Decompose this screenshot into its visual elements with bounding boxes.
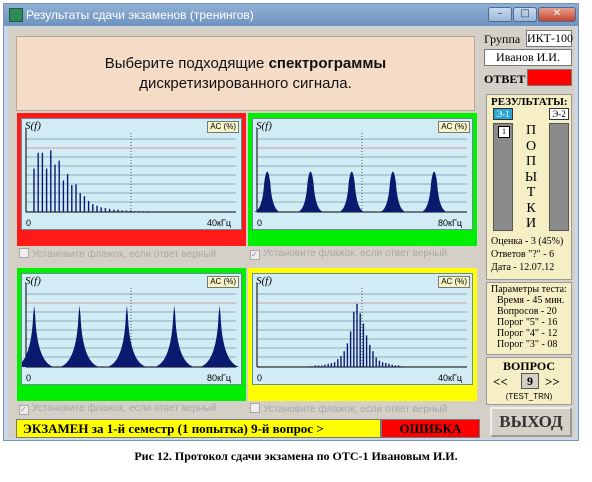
exam-status-bar: ЭКЗАМЕН за 1-й семестр (1 попытка) 9-й в…: [16, 419, 381, 438]
app-icon: [9, 8, 23, 22]
question-navigator: ВОПРОС << 9 >> (TEST_TRN): [486, 357, 572, 405]
x-tick-zero: 0: [26, 218, 32, 228]
group-value: ИКТ-100: [526, 30, 573, 47]
attempt-marker: 1: [498, 126, 510, 138]
answer-checkbox-top-right[interactable]: ✓ Установите флажок, если ответ верный: [250, 248, 447, 260]
ac-toggle-button[interactable]: AC (%): [207, 276, 239, 288]
x-tick-max: 40кГц: [438, 373, 462, 383]
x-tick-zero: 0: [257, 373, 263, 383]
question-box: Выберите подходящие спектрограммы дискре…: [16, 36, 475, 111]
exam-1-tab[interactable]: Э-1: [493, 108, 513, 120]
test-code: (TEST_TRN): [505, 392, 553, 401]
y-axis-label: S(f): [25, 275, 41, 287]
client-area: Выберите подходящие спектрограммы дискре…: [8, 27, 575, 438]
spectrogram-top-right: S(f) AC (%) 0 80кГц: [252, 118, 473, 230]
checkbox-icon[interactable]: [250, 403, 260, 413]
y-axis-label: S(f): [256, 120, 272, 132]
title-bar: Результаты сдачи экзаменов (тренингов) –…: [4, 4, 578, 26]
x-tick-zero: 0: [257, 218, 263, 228]
spectrum-panel-top-left: S(f) AC (%) 0 40кГц: [17, 113, 246, 246]
spectrogram-bottom-right: S(f) AC (%) 0 40кГц: [252, 273, 473, 385]
spectrogram-bottom-left: S(f) AC (%) 0 80кГц: [21, 273, 242, 385]
unanswered-text: Ответов "?" - 6: [491, 249, 555, 260]
answer-checkbox-bottom-right[interactable]: Установите флажок, если ответ верный: [250, 403, 447, 415]
checkbox-label: Установите флажок, если ответ верный: [263, 404, 448, 415]
answer-label: ОТВЕТ: [484, 72, 526, 86]
x-tick-max: 80кГц: [207, 373, 231, 383]
group-label: Группа: [484, 32, 521, 46]
checkbox-icon[interactable]: ✓: [250, 250, 260, 260]
param-questions: Вопросов - 20: [497, 306, 557, 317]
param-threshold-4: Порог "4" - 12: [497, 328, 558, 339]
x-tick-max: 40кГц: [207, 218, 231, 228]
spectral-spike: [59, 305, 100, 367]
attempts-column-2: [549, 123, 569, 231]
x-tick-zero: 0: [26, 373, 32, 383]
window-title: Результаты сдачи экзаменов (тренингов): [26, 8, 254, 22]
question-nav-title: ВОПРОС: [502, 359, 556, 373]
question-line-1: Выберите подходящие спектрограммы: [104, 55, 387, 72]
student-name: Иванов И.И.: [484, 49, 572, 66]
prev-question-button[interactable]: <<: [493, 374, 508, 390]
attempts-label: ПОПЫТКИ: [524, 123, 538, 231]
results-title: РЕЗУЛЬТАТЫ:: [491, 96, 568, 108]
spectral-peak: [378, 171, 407, 212]
date-text: Дата - 12.07.12: [491, 262, 555, 273]
answer-indicator: [527, 69, 572, 86]
next-question-button[interactable]: >>: [545, 374, 560, 390]
spectral-peak: [420, 171, 449, 212]
result-badge: ОШИБКА: [381, 419, 480, 438]
param-time: Время - 45 мин.: [497, 295, 565, 306]
checkbox-label: Установите флажок, если ответ верный: [263, 248, 448, 259]
answer-checkbox-bottom-left[interactable]: ✓ Установите флажок, если ответ верный: [19, 403, 216, 415]
param-threshold-3: Порог "3" - 08: [497, 339, 558, 350]
spectrum-panel-bottom-left: S(f) AC (%) 0 80кГц: [17, 268, 246, 401]
checkbox-label: Установите флажок, если ответ верный: [32, 249, 217, 260]
spectral-spike: [199, 305, 240, 367]
param-threshold-5: Порог "5" - 16: [497, 317, 558, 328]
y-axis-label: S(f): [256, 275, 272, 287]
results-panel: РЕЗУЛЬТАТЫ: Э-1 Э-2 1 ПОПЫТКИ Оценка - 3…: [486, 94, 572, 280]
exit-button[interactable]: ВЫХОД: [490, 407, 572, 437]
checkbox-label: Установите флажок, если ответ верный: [32, 403, 217, 414]
maximize-button[interactable]: □: [513, 7, 537, 22]
grade-text: Оценка - 3 (45%): [491, 236, 564, 247]
answer-checkbox-top-left[interactable]: Установите флажок, если ответ верный: [19, 248, 216, 260]
exam-2-tab[interactable]: Э-2: [549, 108, 569, 120]
question-number: 9: [521, 373, 539, 389]
ac-toggle-button[interactable]: AC (%): [207, 121, 239, 133]
spectral-spike: [22, 305, 55, 367]
spectrogram-top-left: S(f) AC (%) 0 40кГц: [21, 118, 242, 230]
params-title: Параметры теста:: [491, 284, 567, 295]
question-line-2: дискретизированного сигнала.: [139, 75, 352, 92]
spectrum-panel-top-right: S(f) AC (%) 0 80кГц: [248, 113, 477, 246]
attempts-column-1: 1: [493, 123, 513, 231]
ac-toggle-button[interactable]: AC (%): [438, 276, 470, 288]
figure-caption: Рис 12. Протокол сдачи экзамена по ОТС-1…: [134, 449, 458, 463]
checkbox-icon[interactable]: [19, 248, 29, 258]
spectral-spike: [106, 305, 147, 367]
test-params-panel: Параметры теста: Время - 45 мин. Вопросо…: [486, 282, 572, 355]
spectral-peak: [296, 171, 325, 212]
checkbox-icon[interactable]: ✓: [19, 405, 29, 415]
y-axis-label: S(f): [25, 120, 41, 132]
main-window: Результаты сдачи экзаменов (тренингов) –…: [3, 3, 579, 441]
ac-toggle-button[interactable]: AC (%): [438, 121, 470, 133]
x-tick-max: 80кГц: [438, 218, 462, 228]
spectrum-panel-bottom-right: S(f) AC (%) 0 40кГц: [248, 268, 477, 401]
close-button[interactable]: ✕: [538, 7, 576, 22]
spectral-spike: [154, 305, 195, 367]
minimize-button[interactable]: –: [488, 7, 512, 22]
